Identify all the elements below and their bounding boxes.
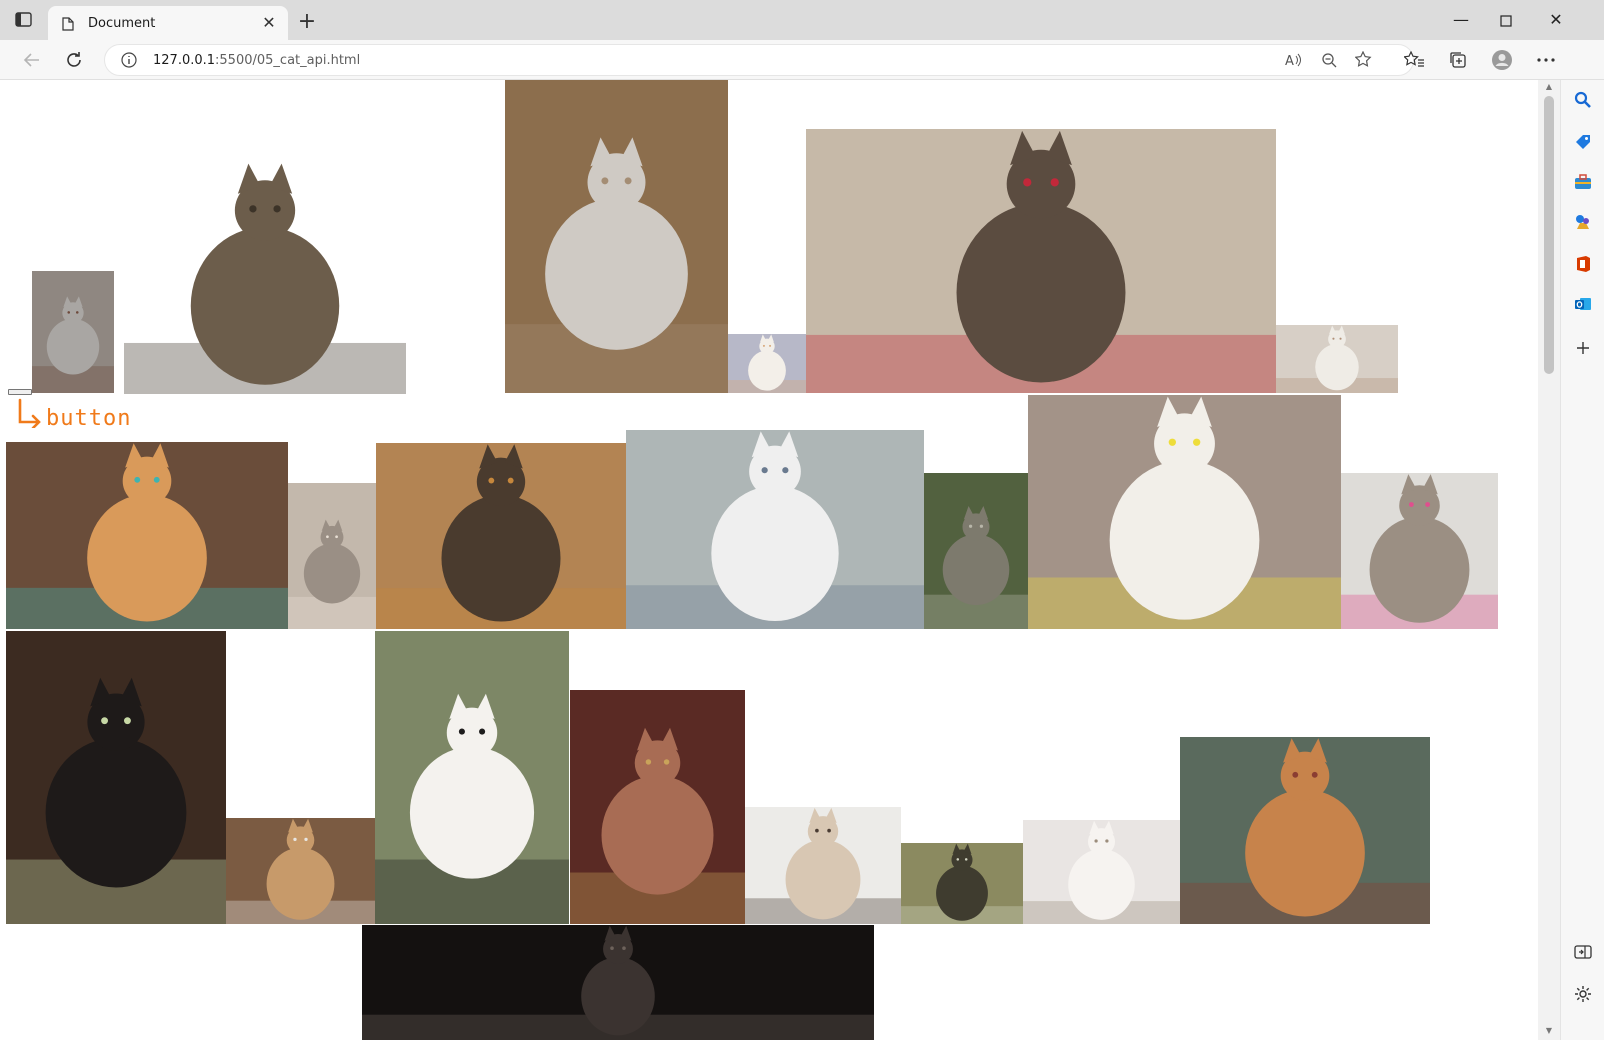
- cat-photo-window: [901, 843, 1023, 924]
- cat-photo-small-white: [728, 334, 806, 393]
- zoom-out-icon[interactable]: [1321, 52, 1337, 72]
- close-window-icon[interactable]: ✕: [1545, 10, 1567, 32]
- read-aloud-icon[interactable]: A: [1285, 52, 1303, 72]
- cat-photo-bw-grass: [375, 631, 569, 924]
- fetch-cats-button[interactable]: [8, 389, 32, 395]
- profile-avatar[interactable]: [1490, 48, 1514, 72]
- cat-photo-grey-floor: [288, 483, 376, 629]
- scroll-down-icon[interactable]: ▼: [1544, 1026, 1554, 1036]
- cat-photo-fluffy-grey: [505, 80, 728, 393]
- cat-photo-orange-basket: [6, 442, 288, 629]
- url-text[interactable]: 127.0.0.1:5500/05_cat_api.html: [153, 53, 360, 68]
- favorites-icon[interactable]: [1402, 48, 1426, 72]
- outlook-icon[interactable]: [1573, 294, 1593, 314]
- shopping-tag-icon[interactable]: [1573, 132, 1593, 152]
- search-icon[interactable]: [1573, 90, 1593, 110]
- cat-photo-breadbox: [376, 443, 626, 629]
- add-favorite-icon[interactable]: [1354, 50, 1373, 73]
- browser-toolbar: 127.0.0.1:5500/05_cat_api.html A: [0, 40, 1604, 80]
- cat-photo-curly-brown: [806, 129, 1276, 393]
- cat-photo-siamese: [745, 807, 901, 924]
- svg-text:A: A: [1285, 54, 1294, 68]
- collections-icon[interactable]: [1446, 48, 1470, 72]
- cat-photo-room-small: [1276, 325, 1398, 393]
- close-tab-icon[interactable]: ✕: [260, 14, 278, 32]
- games-icon[interactable]: [1573, 212, 1593, 232]
- more-menu-icon[interactable]: [1534, 48, 1558, 72]
- url-path: :5500/05_cat_api.html: [215, 53, 361, 68]
- tab-actions-icon[interactable]: [14, 12, 34, 28]
- address-bar[interactable]: 127.0.0.1:5500/05_cat_api.html A: [104, 44, 1414, 76]
- cat-photo-dark-closeup: [362, 925, 874, 1040]
- cat-photo-tree: [924, 473, 1028, 629]
- cat-photo-orange-couch: [1180, 737, 1430, 924]
- cat-photo-fluffy-sleeping: [1028, 395, 1341, 629]
- page-viewport: button: [6, 80, 1538, 1040]
- scrollbar-thumb[interactable]: [1544, 96, 1554, 374]
- refresh-icon[interactable]: [62, 48, 86, 72]
- cat-photo-kitten-grey: [32, 271, 114, 393]
- cat-photo-tabby-sitting: [124, 162, 406, 394]
- cat-photo-white-sleeping: [1023, 820, 1180, 924]
- new-tab-icon[interactable]: +: [296, 11, 318, 34]
- cat-photo-pillow: [626, 430, 924, 629]
- url-host: 127.0.0.1: [153, 53, 216, 68]
- title-bar: Document ✕ + — ✕: [0, 0, 1604, 40]
- scroll-up-icon[interactable]: ▲: [1544, 82, 1554, 92]
- browser-tab[interactable]: Document ✕: [48, 6, 288, 40]
- vertical-scrollbar[interactable]: ▲ ▼: [1538, 80, 1560, 1040]
- tools-icon[interactable]: [1573, 172, 1593, 192]
- hide-sidebar-icon[interactable]: [1573, 942, 1593, 962]
- back-icon[interactable]: [20, 48, 44, 72]
- tab-title: Document: [88, 16, 156, 31]
- cat-photo-dog-and-cat: [226, 818, 375, 924]
- annotation-arrow-icon: [18, 398, 41, 428]
- button-annotation: button: [46, 406, 132, 431]
- settings-gear-icon[interactable]: [1573, 984, 1593, 1004]
- document-icon: [62, 16, 74, 35]
- cat-photo-tuxedo-bowl: [6, 631, 226, 924]
- info-icon[interactable]: [121, 52, 137, 72]
- office-icon[interactable]: [1573, 254, 1593, 274]
- maximize-icon[interactable]: [1495, 10, 1517, 32]
- add-sidebar-app-icon[interactable]: [1573, 338, 1593, 358]
- cat-photo-calico-bed: [570, 690, 745, 924]
- cat-photo-party: [1341, 473, 1498, 629]
- minimize-icon[interactable]: —: [1450, 10, 1472, 32]
- edge-sidebar: [1560, 80, 1604, 1040]
